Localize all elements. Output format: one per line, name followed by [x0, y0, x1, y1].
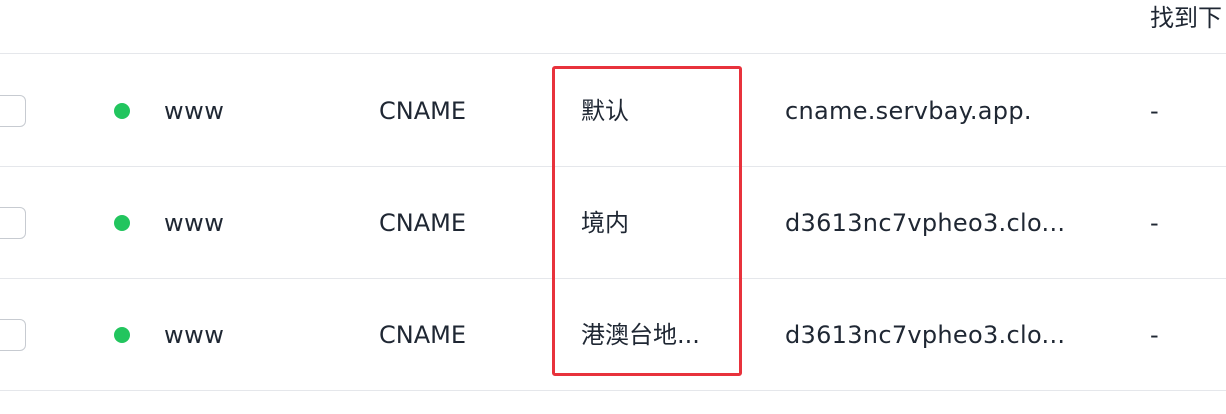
host-cell: www	[164, 97, 225, 125]
line-cell: 港澳台地...	[581, 321, 700, 349]
line-cell: 境内	[581, 209, 629, 237]
host-cell: www	[164, 209, 225, 237]
row-checkbox[interactable]	[0, 319, 26, 351]
status-dot-icon	[114, 215, 130, 231]
line-cell: 默认	[581, 97, 629, 125]
table-row[interactable]: www CNAME 境内 d3613nc7vpheo3.clo... -	[0, 167, 1226, 279]
host-cell: www	[164, 321, 225, 349]
header-divider	[0, 53, 1226, 54]
status-dot-icon	[114, 327, 130, 343]
status-dot-icon	[114, 103, 130, 119]
extra-cell: -	[1150, 97, 1159, 125]
type-cell: CNAME	[379, 97, 466, 125]
value-cell: cname.servbay.app.	[785, 97, 1032, 125]
extra-cell: -	[1150, 209, 1159, 237]
row-checkbox[interactable]	[0, 95, 26, 127]
table-row[interactable]: www CNAME 默认 cname.servbay.app. -	[0, 55, 1226, 167]
extra-cell: -	[1150, 321, 1159, 349]
row-checkbox[interactable]	[0, 207, 26, 239]
value-cell: d3613nc7vpheo3.clo...	[785, 209, 1066, 237]
type-cell: CNAME	[379, 321, 466, 349]
value-cell: d3613nc7vpheo3.clo...	[785, 321, 1066, 349]
type-cell: CNAME	[379, 209, 466, 237]
header-partial-text: 找到下	[1150, 4, 1222, 32]
table-row[interactable]: www CNAME 港澳台地... d3613nc7vpheo3.clo... …	[0, 279, 1226, 391]
